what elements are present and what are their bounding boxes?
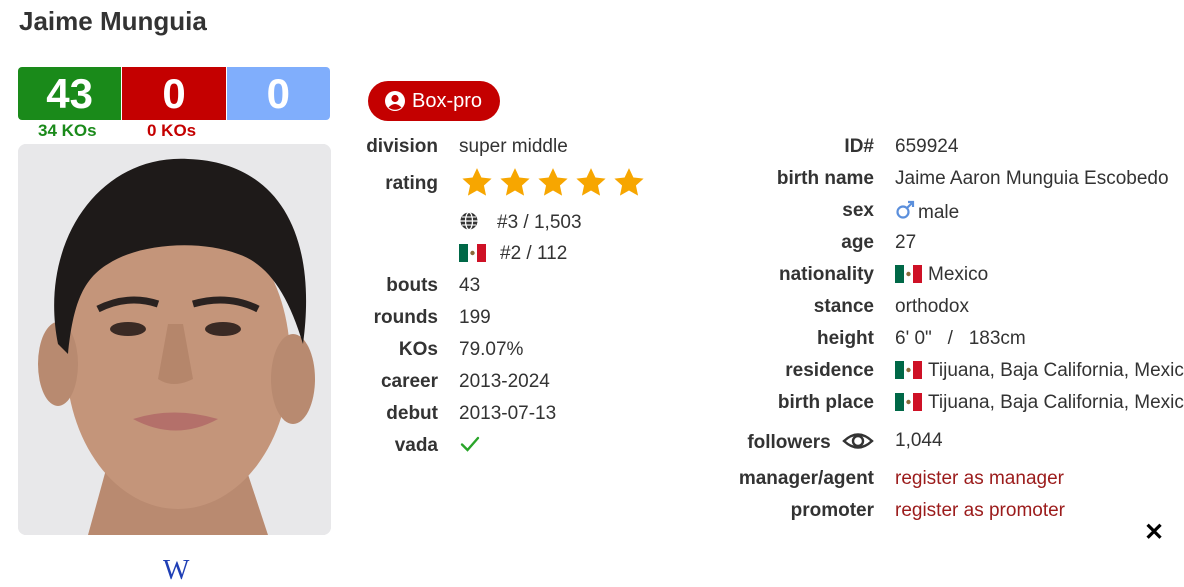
nationality-label: nationality [778, 264, 874, 285]
rating-label: rating [385, 173, 438, 194]
male-icon [896, 200, 915, 219]
nationality-value[interactable]: Mexico [895, 264, 988, 286]
kos-label: KOs [398, 339, 438, 360]
star-icon [614, 168, 644, 196]
bouts-value: 43 [459, 275, 481, 296]
manager-label: manager/agent [738, 468, 874, 489]
height-value: 6' 0" / 183cm [895, 328, 1026, 349]
promoter-label: promoter [790, 500, 874, 521]
career-label: career [380, 371, 438, 392]
world-rank-value: #3 / 1,503 [497, 212, 582, 233]
boxer-photo [18, 144, 331, 535]
bouts-label: bouts [386, 275, 438, 296]
close-icon[interactable]: ✕ [1144, 518, 1164, 547]
residence-label: residence [785, 360, 874, 381]
eye-icon[interactable] [842, 430, 874, 452]
residence-value[interactable]: Tijuana, Baja California, Mexico [895, 360, 1184, 382]
birthplace-text: Tijuana, Baja California, Mexico [928, 392, 1184, 413]
wikipedia-icon[interactable]: W [163, 555, 189, 587]
star-icon [500, 168, 530, 196]
mexico-flag-icon [895, 393, 922, 411]
rounds-label: rounds [373, 307, 438, 328]
nationality-text: Mexico [928, 264, 989, 285]
rounds-value: 199 [459, 307, 491, 328]
id-label: ID# [844, 136, 874, 157]
division-label: division [366, 136, 438, 157]
world-rank[interactable]: #3 / 1,503 [459, 211, 582, 234]
division-value: super middle [459, 136, 568, 157]
sex-value: male [895, 200, 959, 224]
wins-count: 43 [18, 67, 123, 120]
wins-kos: 34 KOs [38, 121, 97, 140]
mexico-flag-icon [895, 265, 922, 283]
star-icon [576, 168, 606, 196]
badge-label: Box-pro [412, 89, 483, 112]
record-bar: 43 0 0 [18, 67, 330, 120]
check-icon [460, 436, 480, 452]
kos-value: 79.07% [459, 339, 524, 360]
sex-label: sex [842, 200, 874, 221]
star-icon [538, 168, 568, 196]
id-value: 659924 [895, 136, 959, 157]
residence-text: Tijuana, Baja California, Mexico [928, 360, 1184, 381]
height-label: height [817, 328, 874, 349]
followers-label: followers [747, 430, 874, 454]
losses-kos: 0 KOs [147, 121, 197, 140]
vada-label: vada [394, 435, 438, 456]
register-promoter-link[interactable]: register as promoter [895, 500, 1065, 522]
register-manager-link[interactable]: register as manager [895, 468, 1064, 490]
draws-count: 0 [226, 67, 330, 120]
followers-label-text: followers [747, 432, 831, 453]
star-icon [462, 168, 492, 196]
stance-label: stance [813, 296, 874, 317]
box-pro-badge[interactable]: Box-pro [368, 81, 501, 121]
birthplace-label: birth place [777, 392, 874, 413]
country-rank-value: #2 / 112 [500, 243, 568, 264]
birthname-value: Jaime Aaron Munguia Escobedo [895, 168, 1169, 189]
debut-value: 2013-07-13 [459, 403, 557, 424]
age-value: 27 [895, 232, 917, 253]
globe-icon [460, 211, 478, 231]
country-rank[interactable]: #2 / 112 [459, 243, 567, 265]
sex-text: male [918, 202, 960, 223]
user-circle-icon [385, 91, 405, 111]
mexico-flag-icon [895, 361, 922, 379]
stance-value: orthodox [895, 296, 969, 317]
debut-label: debut [386, 403, 438, 424]
birthname-label: birth name [776, 168, 874, 189]
rating-stars [459, 166, 647, 200]
career-value: 2013-2024 [459, 371, 550, 392]
followers-value: 1,044 [895, 430, 943, 451]
birthplace-value[interactable]: Tijuana, Baja California, Mexico [895, 392, 1184, 414]
boxer-name: Jaime Munguia [19, 6, 207, 36]
losses-count: 0 [122, 67, 227, 120]
age-label: age [841, 232, 874, 253]
mexico-flag-icon [459, 244, 486, 262]
